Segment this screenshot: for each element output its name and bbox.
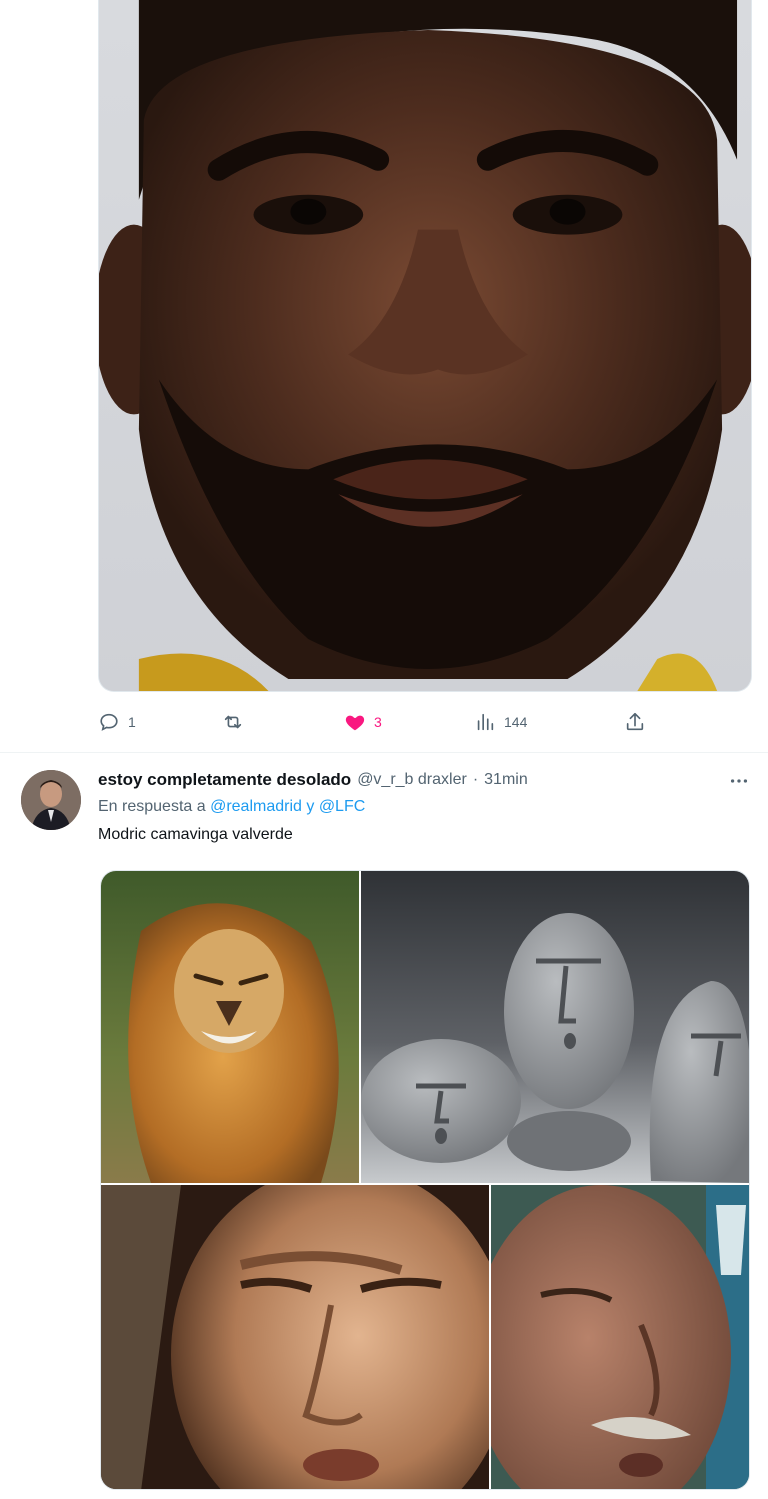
avatar-image <box>21 770 81 830</box>
more-options-button[interactable] <box>728 770 750 792</box>
views-count: 144 <box>504 714 528 730</box>
tweet-media-portrait[interactable] <box>98 0 752 692</box>
stone-faces-image <box>361 871 749 1183</box>
reply-prefix: En respuesta a <box>98 798 206 815</box>
tweet-header: estoy completamente desolado @v_r_b drax… <box>98 768 528 792</box>
views-chart-icon <box>477 713 494 731</box>
lion-image <box>101 871 359 1183</box>
media-old-man[interactable] <box>491 1185 749 1489</box>
share-button[interactable] <box>624 704 646 740</box>
like-count: 3 <box>374 714 382 730</box>
display-name[interactable]: estoy completamente desolado <box>98 770 351 790</box>
reply-count: 1 <box>128 714 136 730</box>
portrait-photo <box>99 0 751 691</box>
tweet-divider <box>0 752 768 753</box>
separator-dot: · <box>472 771 479 788</box>
media-lion[interactable] <box>101 871 359 1183</box>
timestamp[interactable]: 31min <box>484 771 528 789</box>
mention-link-realmadrid[interactable]: @realmadrid <box>210 798 302 815</box>
media-stone-faces[interactable] <box>361 871 749 1183</box>
mention-link-lfc[interactable]: @LFC <box>319 798 365 815</box>
more-horizontal-icon <box>730 779 748 783</box>
tweet-actions: 1 3 144 <box>98 704 658 740</box>
retweet-icon <box>224 715 242 729</box>
tweet-text: Modric camavinga valverde <box>98 826 293 843</box>
tweet-media-grid <box>100 870 750 1490</box>
heart-filled-icon <box>345 715 365 731</box>
views-button[interactable]: 144 <box>474 704 527 740</box>
squinting-man-image <box>101 1185 489 1489</box>
reply-button[interactable]: 1 <box>98 704 136 740</box>
share-icon <box>626 712 644 731</box>
media-squinting-man[interactable] <box>101 1185 489 1489</box>
retweet-button[interactable] <box>222 704 252 740</box>
reply-join: y <box>306 798 315 815</box>
like-button[interactable]: 3 <box>344 704 382 740</box>
reply-icon <box>100 713 118 731</box>
avatar[interactable] <box>21 770 81 830</box>
user-handle[interactable]: @v_r_b draxler <box>357 771 467 789</box>
old-man-image <box>491 1185 749 1489</box>
reply-context: En respuesta a @realmadrid y @LFC <box>98 798 365 816</box>
